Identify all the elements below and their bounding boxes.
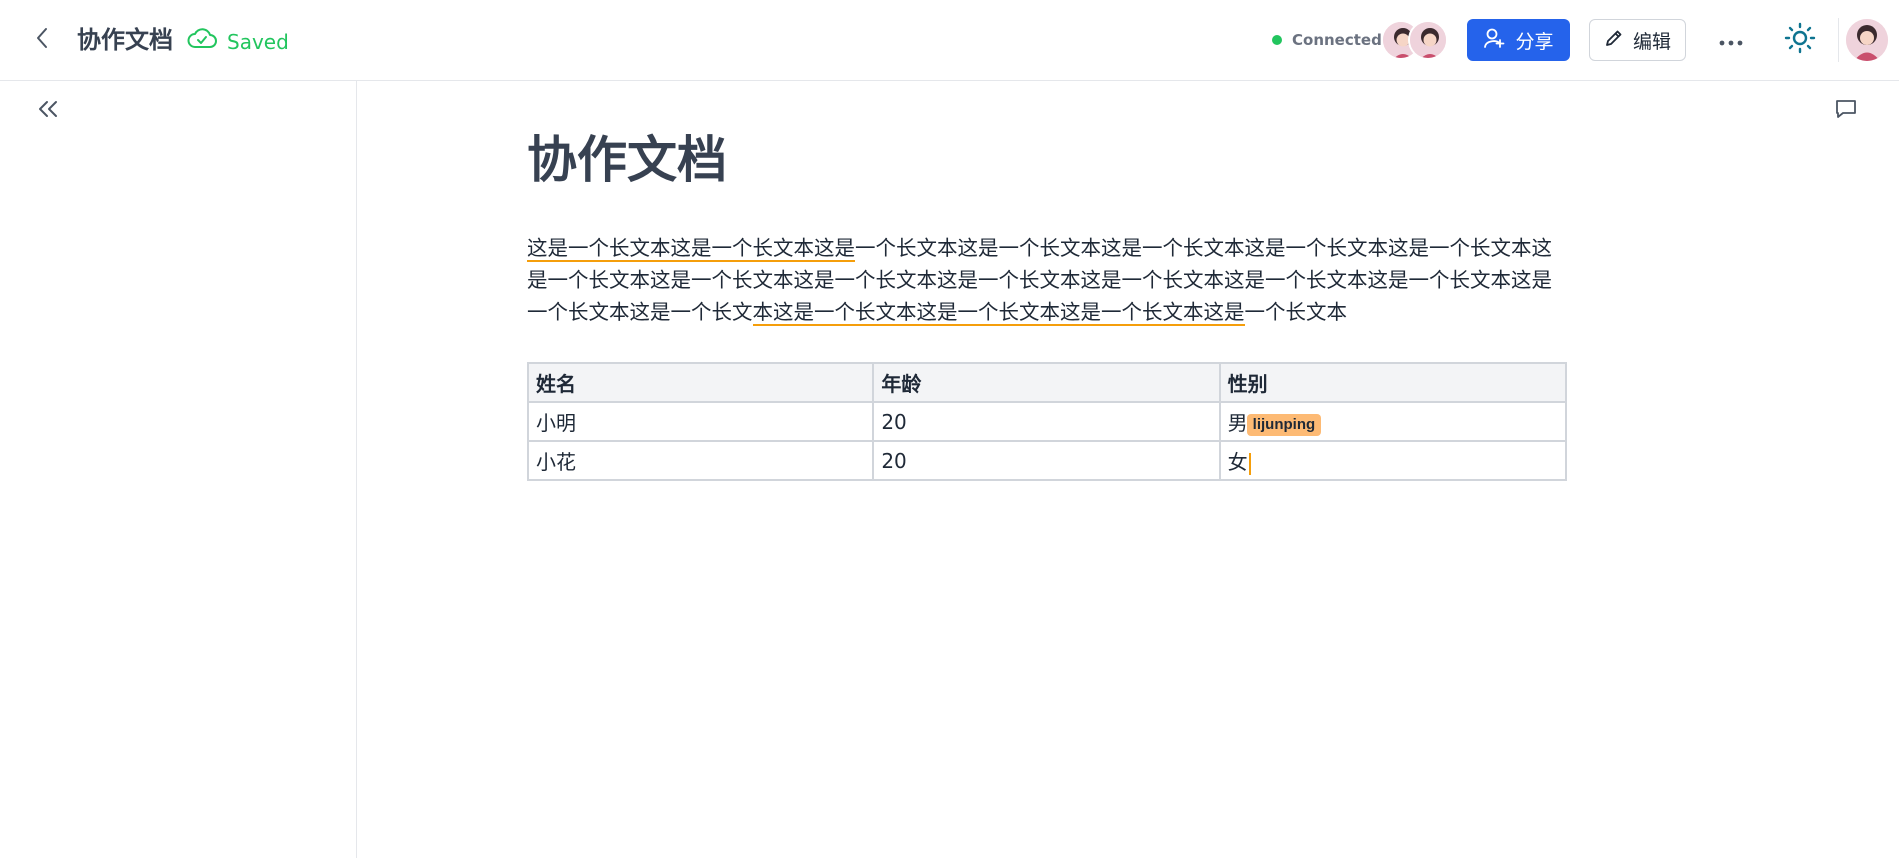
- table-cell-text: 女: [1227, 450, 1248, 474]
- edit-label: 编辑: [1632, 30, 1671, 53]
- share-label: 分享: [1515, 30, 1554, 53]
- table-cell[interactable]: 20: [872, 401, 1221, 442]
- connection-dot: [1272, 35, 1282, 45]
- table-header-cell[interactable]: 姓名: [526, 362, 875, 403]
- header-divider: [1838, 18, 1839, 62]
- top-bar: 协作文档 Saved Connected 分享 编辑: [0, 0, 1899, 81]
- sidebar: [0, 81, 357, 858]
- collaborator-cursor-label: lijunping: [1246, 414, 1322, 436]
- user-add-icon: [1483, 27, 1505, 54]
- highlighted-text[interactable]: 本这是一个长文本这是一个长文本这是一个长文本这是: [752, 300, 1245, 326]
- collaborator-avatar[interactable]: [1408, 20, 1448, 60]
- cursor-cell-content: 女 lijunping: [1227, 414, 1322, 475]
- user-avatar[interactable]: [1846, 19, 1888, 61]
- table-row: 小花 20 女 lijunping: [526, 414, 1568, 481]
- theme-toggle-button[interactable]: [1782, 22, 1818, 58]
- table-header-cell[interactable]: 年龄: [872, 362, 1221, 403]
- share-button[interactable]: 分享: [1467, 19, 1570, 61]
- chevrons-left-icon: [37, 100, 59, 122]
- save-status-label: Saved: [227, 29, 289, 54]
- connection-status: Connected: [1292, 31, 1382, 49]
- document-paragraph[interactable]: 这是一个长文本这是一个长文本这是一个长文本这是一个长文本这是一个长文本这是一个长…: [527, 232, 1567, 328]
- edit-button[interactable]: 编辑: [1589, 19, 1686, 61]
- table-cell[interactable]: 20: [872, 440, 1221, 481]
- table-cell[interactable]: 小花: [526, 440, 875, 481]
- document-editor[interactable]: 协作文档 这是一个长文本这是一个长文本这是一个长文本这是一个长文本这是一个长文本…: [526, 120, 1568, 481]
- collaborator-cursor: [1248, 452, 1251, 475]
- table-cell[interactable]: 小明: [526, 401, 875, 442]
- table-header-cell[interactable]: 性别: [1218, 362, 1568, 403]
- back-button[interactable]: [28, 26, 56, 54]
- message-square-icon: [1834, 97, 1858, 125]
- comments-button[interactable]: [1832, 97, 1860, 125]
- doc-title: 协作文档: [77, 26, 173, 54]
- cloud-check-icon: [186, 26, 218, 57]
- table-header-row: 姓名 年龄 性别: [526, 362, 1568, 403]
- table-row: 小明 20 男: [526, 401, 1568, 442]
- highlighted-text[interactable]: 这是一个长文本这是一个长文本这是: [527, 236, 855, 262]
- collapse-sidebar-button[interactable]: [34, 97, 62, 125]
- more-options-button[interactable]: [1713, 25, 1749, 55]
- data-table: 姓名 年龄 性别 小明 20 男 小花 20 女 lijunping: [526, 362, 1568, 481]
- chevron-left-icon: [35, 27, 49, 53]
- sun-icon: [1784, 22, 1816, 58]
- paragraph-text[interactable]: 一个长文本: [1245, 300, 1348, 324]
- document-heading[interactable]: 协作文档: [527, 120, 1567, 200]
- pencil-icon: [1604, 28, 1624, 53]
- save-status: Saved: [186, 26, 289, 57]
- more-horizontal-icon: [1719, 31, 1743, 50]
- table-cell[interactable]: 女 lijunping: [1218, 414, 1568, 481]
